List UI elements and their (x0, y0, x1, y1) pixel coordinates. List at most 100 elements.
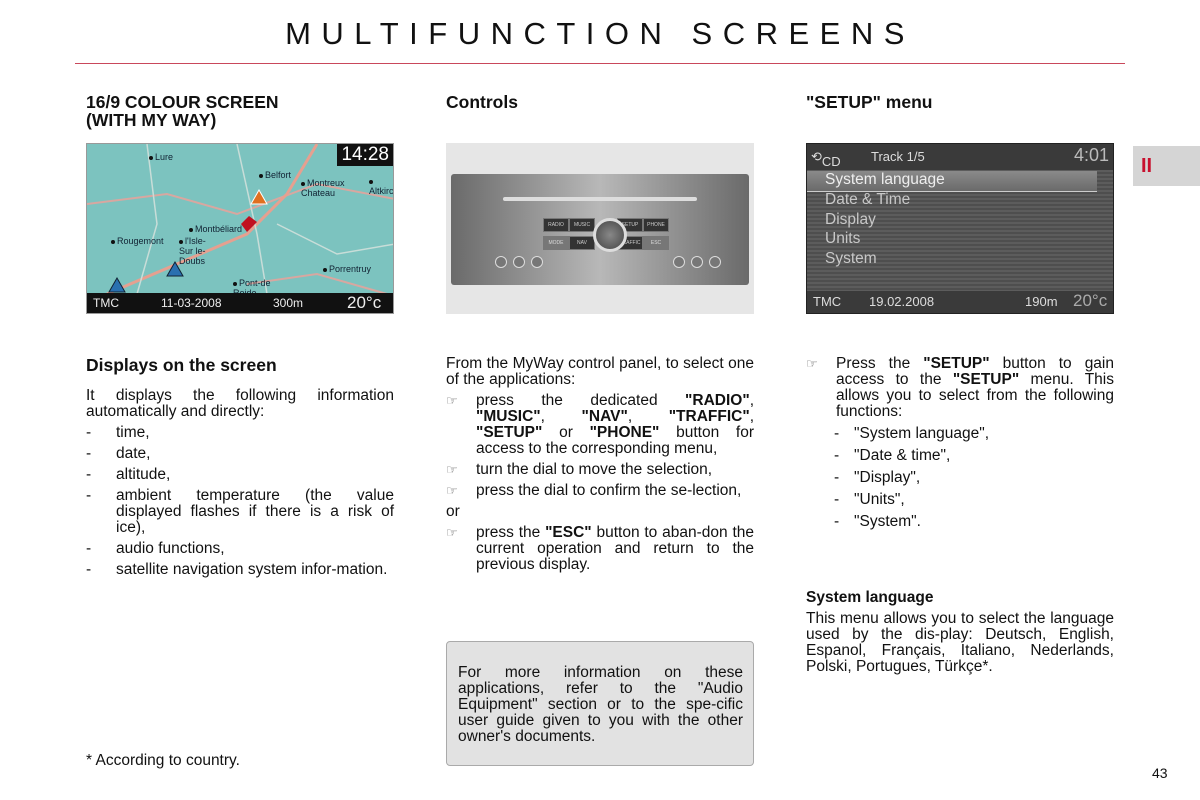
preset-6 (709, 256, 721, 268)
city-label: Montreux Chateau (301, 178, 361, 198)
controls-text: From the MyWay control panel, to select … (446, 356, 754, 573)
setup-text: ☞ Press the "SETUP" button to gain access… (806, 351, 1114, 530)
text-segment: "NAV" (581, 408, 628, 425)
text-segment: "MUSIC" (476, 408, 541, 425)
radio-button: RADIO (543, 218, 569, 232)
city-label: Porrentruy (323, 264, 371, 274)
map-status-bar: TMC 11-03-2008 300m 20°c (87, 293, 393, 313)
screen-clock: 4:01 (1073, 145, 1109, 165)
heading-line: 16/9 COLOUR SCREEN (86, 92, 279, 112)
list-item: ☞ Press the "SETUP" button to gain access… (806, 356, 1114, 420)
pointing-hand-icon: ☞ (446, 393, 458, 408)
section-tab[interactable]: II (1133, 146, 1200, 186)
screen-top-bar: ⟲ CD Track 1/5 4:01 (807, 144, 1113, 170)
text-segment: "SETUP" (923, 355, 990, 372)
list-item: - ambient temperature (the value displaye… (86, 487, 394, 536)
tmc-label: TMC (813, 294, 842, 309)
menu-item: System language (825, 171, 945, 188)
pointing-hand-icon: ☞ (446, 483, 458, 498)
preset-3 (531, 256, 543, 268)
list-item: - altitude, (86, 466, 171, 483)
dial-knob (593, 218, 627, 252)
city-label: Rougemont (111, 236, 164, 246)
text-segment: or (542, 424, 590, 441)
function-item: - "Date & time", (834, 447, 951, 464)
preset-2 (513, 256, 525, 268)
item-text: ambient temperature (the value displayed… (116, 487, 394, 536)
preset-1 (495, 256, 507, 268)
title-divider (75, 63, 1125, 64)
list-item: - audio functions, (86, 540, 225, 557)
map-clock: 14:28 (337, 144, 393, 166)
list-item: ☞ press the dedicated "RADIO", "MUSIC", "… (446, 393, 754, 457)
altitude-value: 300m (273, 296, 304, 310)
list-item: - satellite navigation system infor-matio… (86, 561, 388, 578)
system-language-text: This menu allows you to select the langu… (806, 610, 1114, 675)
page-number: 43 (1152, 765, 1168, 781)
item-text: satellite navigation system infor-mation… (116, 561, 388, 578)
altitude-value: 190m (1025, 294, 1058, 309)
text-segment: "Units", (854, 491, 905, 508)
temperature-value: 20°c (1073, 291, 1108, 310)
esc-button: ESC (643, 236, 669, 250)
list-item: - time, (86, 424, 150, 441)
city-label: l'Isle-Sur le-Doubs (179, 236, 219, 266)
displays-heading: Displays on the screen (86, 355, 277, 375)
preset-5 (691, 256, 703, 268)
text-segment: CD (821, 154, 841, 169)
item-text: date, (116, 445, 151, 462)
text-segment: "ESC" (545, 524, 592, 541)
city-label: Lure (149, 152, 173, 162)
menu-item: Date & Time (825, 190, 911, 208)
function-item: - "Display", (834, 469, 921, 486)
mode-button: MODE (543, 236, 569, 250)
list-item: - date, (86, 445, 151, 462)
pointing-hand-icon: ☞ (446, 462, 458, 477)
music-button: MUSIC (569, 218, 595, 232)
setup-menu: System language Date & Time Display Unit… (825, 170, 945, 269)
city-label: Montbéliard (189, 224, 242, 234)
text-segment: , (540, 408, 582, 425)
text-segment: , (627, 408, 669, 425)
map-date: 11-03-2008 (161, 296, 222, 310)
text-segment: "RADIO" (685, 392, 750, 409)
system-language-heading: System language (806, 589, 934, 606)
nav-button: NAV (569, 236, 595, 250)
intro-text: It displays the following information au… (86, 387, 394, 420)
text-segment: press the dedicated (476, 392, 686, 409)
list-item: ☞ turn the dial to move the selection, (446, 462, 754, 478)
audio-panel: RADIO MUSIC SETUP PHONE MODE NAV TRAFFIC… (451, 174, 749, 285)
tmc-label: TMC (93, 296, 119, 310)
text-segment: "TRAFFIC" (668, 408, 750, 425)
phone-button: PHONE (643, 218, 669, 232)
city-label: Belfort (259, 170, 291, 180)
list-item: ☞ press the "ESC" button to aban-don the … (446, 525, 754, 573)
preset-4 (673, 256, 685, 268)
intro-text: From the MyWay control panel, to select … (446, 355, 754, 388)
list-item: ☞ press the dial to confirm the se-lectio… (446, 483, 754, 499)
text-segment: press the (476, 524, 546, 541)
text-segment: "Date & time", (854, 447, 951, 464)
function-item: - "System". (834, 513, 921, 530)
displays-list: It displays the following information au… (86, 388, 394, 578)
screen-date: 19.02.2008 (869, 294, 935, 309)
menu-item: System (825, 250, 877, 268)
track-label: Track 1/5 (871, 149, 925, 164)
function-item: - "System language", (834, 425, 990, 442)
city-label: Altkirch (369, 176, 393, 196)
text-segment: "Display", (854, 469, 921, 486)
function-item: - "Units", (834, 491, 905, 508)
info-box: For more information on these applicatio… (446, 641, 754, 766)
text-segment: Press the (836, 355, 924, 372)
cd-slot (503, 197, 697, 201)
source-label: ⟲ CD (811, 149, 841, 169)
screen-heading: 16/9 COLOUR SCREEN (WITH MY WAY) (86, 93, 279, 129)
text-segment: , (749, 392, 754, 409)
footnote: * According to country. (86, 752, 240, 769)
item-text: audio functions, (116, 540, 225, 557)
setup-screen-image: ⟲ CD Track 1/5 4:01 System language Date… (806, 143, 1114, 314)
pointing-hand-icon: ☞ (806, 356, 818, 371)
text-segment: "SETUP" (952, 371, 1020, 388)
text-segment: "System". (854, 513, 921, 530)
controls-heading: Controls (446, 92, 518, 112)
